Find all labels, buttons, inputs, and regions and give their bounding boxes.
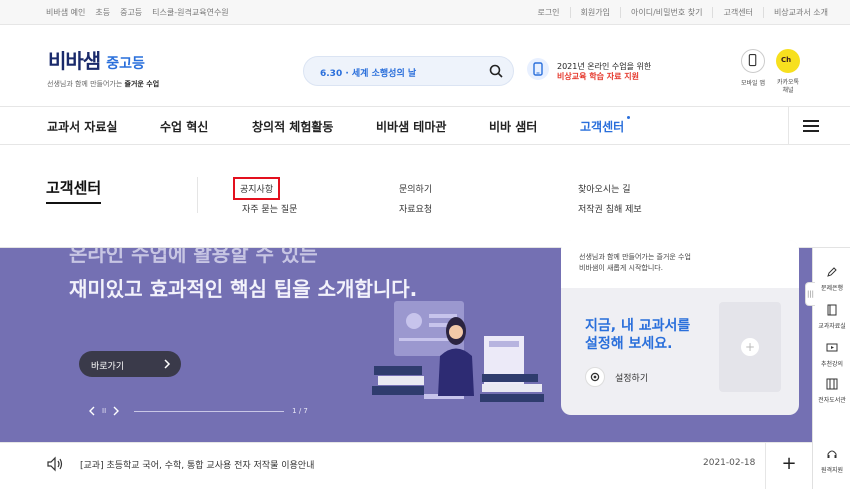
site-logo[interactable]: 비바샘 중고등 bbox=[48, 45, 145, 74]
promo-line2: 비상교육 학습 자료 지원 bbox=[557, 72, 639, 81]
card-headline-1: 지금, 내 교과서를 bbox=[585, 318, 691, 334]
tablet-icon bbox=[527, 58, 549, 80]
kakao-label-1: 카카오톡 bbox=[776, 79, 800, 86]
card-headline-2: 설정해 보세요. bbox=[585, 336, 673, 352]
card-text-1: 선생님과 함께 만들어가는 즐거운 수업 bbox=[579, 253, 691, 261]
mobile-app-label: 모바일 앱 bbox=[741, 80, 765, 87]
tagline-bold: 즐거운 수업 bbox=[124, 80, 160, 88]
site-header: 비바샘 중고등 선생님과 함께 만들어가는 즐거운 수업 6.30 · 세계 소행… bbox=[0, 25, 850, 107]
pause-button[interactable]: II bbox=[102, 407, 106, 415]
card-text-2: 비바샘이 새롭게 시작합니다. bbox=[579, 264, 663, 272]
notice-bar: [교과] 초등학교 국어, 수학, 통합 교사용 전자 저작물 이용안내 202… bbox=[0, 442, 812, 489]
quick-label-2: 추천강의 bbox=[820, 361, 844, 368]
inquiry-link[interactable]: 문의하기 bbox=[399, 182, 432, 195]
top-right-links: 로그인 회원가입 아이디/비밀번호 찾기 고객센터 비상교과서 소개 bbox=[517, 7, 828, 18]
quick-e-library[interactable]: 전자도서관 bbox=[813, 378, 850, 404]
nav-creative-activities[interactable]: 창의적 체험활동 bbox=[252, 118, 333, 135]
quick-label-3: 전자도서관 bbox=[818, 397, 846, 404]
faq-link[interactable]: 자주 묻는 질문 bbox=[242, 202, 297, 215]
progress-bar bbox=[134, 410, 285, 412]
quick-remote-support[interactable]: 원격지원 bbox=[813, 448, 850, 474]
pencil-icon bbox=[827, 267, 837, 277]
library-icon bbox=[826, 378, 838, 390]
quick-label-4: 원격지원 bbox=[820, 467, 844, 474]
mobile-phone-icon bbox=[748, 54, 757, 67]
notice-more-button[interactable]: + bbox=[765, 443, 812, 489]
search-text: 세계 소행성의 날 bbox=[351, 69, 417, 79]
teacher-illustration bbox=[372, 301, 544, 402]
page-indicator: 1 / 7 bbox=[292, 407, 308, 415]
mobile-app-button[interactable]: 모바일 앱 bbox=[741, 49, 765, 87]
top-utility-bar: 비바샘 예인 초등 중고등 티스쿨-원격교육연수원 로그인 회원가입 아이디/비… bbox=[0, 0, 850, 25]
hero-line1: 온라인 수업에 활용할 수 있는 bbox=[69, 248, 318, 266]
hero-go-button[interactable]: 바로가기 bbox=[79, 351, 181, 377]
nav-theme[interactable]: 비바샘 테마관 bbox=[376, 118, 446, 135]
hero-go-label: 바로가기 bbox=[91, 362, 125, 372]
material-request-link[interactable]: 자료요청 bbox=[399, 202, 432, 215]
headset-icon bbox=[827, 450, 837, 458]
search-icon[interactable] bbox=[489, 64, 503, 78]
quick-label-1: 교과자료실 bbox=[818, 323, 846, 330]
textbook-setting-card: 선생님과 함께 만들어가는 즐거운 수업 비바샘이 새롭게 시작합니다. 지금,… bbox=[561, 240, 799, 415]
directions-link[interactable]: 찾아오시는 길 bbox=[578, 182, 631, 195]
nav-customer-center-label: 고객센터 bbox=[580, 120, 625, 134]
book-icon bbox=[827, 304, 837, 316]
find-account-link[interactable]: 아이디/비밀번호 찾기 bbox=[620, 7, 702, 18]
search-keyword[interactable]: 6.30 · 세계 소행성의 날 bbox=[320, 66, 416, 79]
quick-question-bank[interactable]: 문제은행 bbox=[813, 266, 850, 292]
logo-sub: 중고등 bbox=[106, 56, 145, 72]
plus-icon: + bbox=[741, 338, 759, 356]
nav-community[interactable]: 비바 샘터 bbox=[489, 118, 537, 135]
logo-brand: 비바샘 bbox=[48, 49, 101, 73]
card-header: 선생님과 함께 만들어가는 즐거운 수업 비바샘이 새롭게 시작합니다. bbox=[561, 240, 799, 288]
notice-text[interactable]: [교과] 초등학교 국어, 수학, 통합 교사용 전자 저작물 이용안내 bbox=[80, 458, 314, 471]
add-textbook-slot[interactable]: + bbox=[719, 302, 781, 392]
speaker-icon bbox=[47, 456, 63, 472]
dropdown-title: 고객센터 bbox=[46, 177, 102, 204]
notice-date: 2021-02-18 bbox=[703, 458, 756, 468]
signup-link[interactable]: 회원가입 bbox=[569, 7, 610, 18]
search-date: 6.30 bbox=[320, 69, 343, 79]
nav-customer-center[interactable]: 고객센터 bbox=[580, 116, 631, 135]
setting-label: 설정하기 bbox=[615, 373, 649, 384]
logo-tagline: 선생님과 함께 만들어가는 즐거운 수업 bbox=[47, 79, 159, 89]
hamburger-menu-button[interactable] bbox=[788, 107, 850, 145]
gear-icon bbox=[585, 367, 605, 387]
top-link-tschool[interactable]: 티스쿨-원격교육연수원 bbox=[152, 7, 229, 18]
login-link[interactable]: 로그인 bbox=[527, 7, 559, 18]
copyright-report-link[interactable]: 저작권 침해 제보 bbox=[578, 202, 642, 215]
setting-button[interactable]: 설정하기 bbox=[585, 367, 648, 387]
quick-label-0: 문제은행 bbox=[820, 285, 844, 292]
top-link-viva-yein[interactable]: 비바샘 예인 bbox=[46, 7, 85, 18]
chevron-right-icon bbox=[164, 359, 171, 369]
kakao-channel-label: 카카오톡 채널 bbox=[777, 79, 799, 95]
top-left-links: 비바샘 예인 초등 중고등 티스쿨-원격교육연수원 bbox=[46, 7, 239, 18]
prev-icon[interactable] bbox=[88, 406, 96, 416]
quick-textbook-room[interactable]: 교과자료실 bbox=[813, 304, 850, 330]
nav-lesson-innovation[interactable]: 수업 혁신 bbox=[160, 118, 208, 135]
next-icon[interactable] bbox=[112, 406, 120, 416]
quick-menu: ||| 문제은행 교과자료실 추천강의 전자도서관 원격지원 bbox=[805, 248, 850, 489]
customer-center-link[interactable]: 고객센터 bbox=[712, 7, 753, 18]
dropdown-divider bbox=[197, 177, 198, 213]
company-intro-link[interactable]: 비상교과서 소개 bbox=[762, 7, 828, 18]
notice-link[interactable]: 공지사항 bbox=[233, 177, 281, 200]
main-nav: 교과서 자료실 수업 혁신 창의적 체험활동 비바샘 테마관 비바 샘터 고객센… bbox=[0, 107, 850, 145]
search-box[interactable]: 6.30 · 세계 소행성의 날 bbox=[303, 56, 514, 86]
kakao-channel-icon: Ch bbox=[781, 56, 792, 64]
kakao-label-2: 채널 bbox=[782, 87, 794, 94]
tagline-text: 선생님과 함께 만들어가는 bbox=[47, 80, 125, 88]
top-link-elementary[interactable]: 초등 bbox=[95, 7, 110, 18]
top-link-middle-high[interactable]: 중고등 bbox=[120, 7, 142, 18]
video-icon bbox=[826, 343, 838, 352]
customer-center-dropdown: 고객센터 공지사항 자주 묻는 질문 문의하기 자료요청 찾아오시는 길 저작권… bbox=[0, 145, 850, 248]
quick-recommended-lectures[interactable]: 추천강의 bbox=[813, 342, 850, 368]
hamburger-icon bbox=[803, 120, 819, 132]
kakao-channel-button[interactable]: Ch 카카오톡 채널 bbox=[776, 49, 800, 94]
active-dot bbox=[627, 116, 631, 119]
hero-pager: II 1 / 7 bbox=[88, 406, 308, 416]
nav-textbook[interactable]: 교과서 자료실 bbox=[47, 118, 117, 135]
